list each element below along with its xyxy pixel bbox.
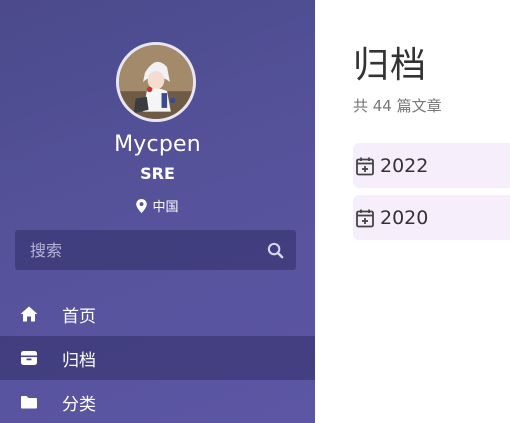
sidebar-item-categories[interactable]: 分类	[0, 380, 315, 423]
location-text: 中国	[152, 200, 179, 215]
search-input[interactable]	[30, 240, 267, 260]
article-count: 共 44 篇文章	[353, 97, 442, 115]
archive-year-item[interactable]: 2020	[353, 195, 510, 240]
archive-year-label: 2020	[380, 206, 429, 229]
archive-icon	[20, 349, 40, 367]
sidebar-item-label: 首页	[62, 306, 96, 327]
author-role: SRE	[140, 164, 175, 183]
archive-year-label: 2022	[380, 154, 429, 177]
home-icon	[20, 305, 40, 323]
sidebar-item-label: 分类	[62, 394, 96, 415]
calendar-plus-icon	[356, 209, 374, 227]
location: 中国	[0, 196, 315, 215]
map-pin-icon	[136, 198, 148, 213]
sidebar: Mycpen SRE 中国 首页	[0, 0, 315, 423]
sidebar-nav: 首页 归档 分类	[0, 292, 315, 423]
page-title: 归档	[353, 45, 428, 86]
sidebar-item-label: 归档	[62, 350, 96, 371]
sidebar-item-home[interactable]: 首页	[0, 292, 315, 336]
avatar-image	[119, 45, 193, 119]
calendar-plus-icon	[356, 157, 374, 175]
avatar[interactable]	[116, 42, 196, 122]
sidebar-item-archive[interactable]: 归档	[0, 336, 315, 380]
search-box[interactable]	[15, 230, 296, 270]
author-name: Mycpen	[114, 132, 201, 157]
search-icon[interactable]	[267, 242, 284, 259]
archive-list: 2022 2020	[353, 143, 510, 247]
folder-icon	[20, 393, 40, 411]
archive-year-item[interactable]: 2022	[353, 143, 510, 188]
main-content: 归档 共 44 篇文章 2022 2020	[315, 0, 510, 423]
